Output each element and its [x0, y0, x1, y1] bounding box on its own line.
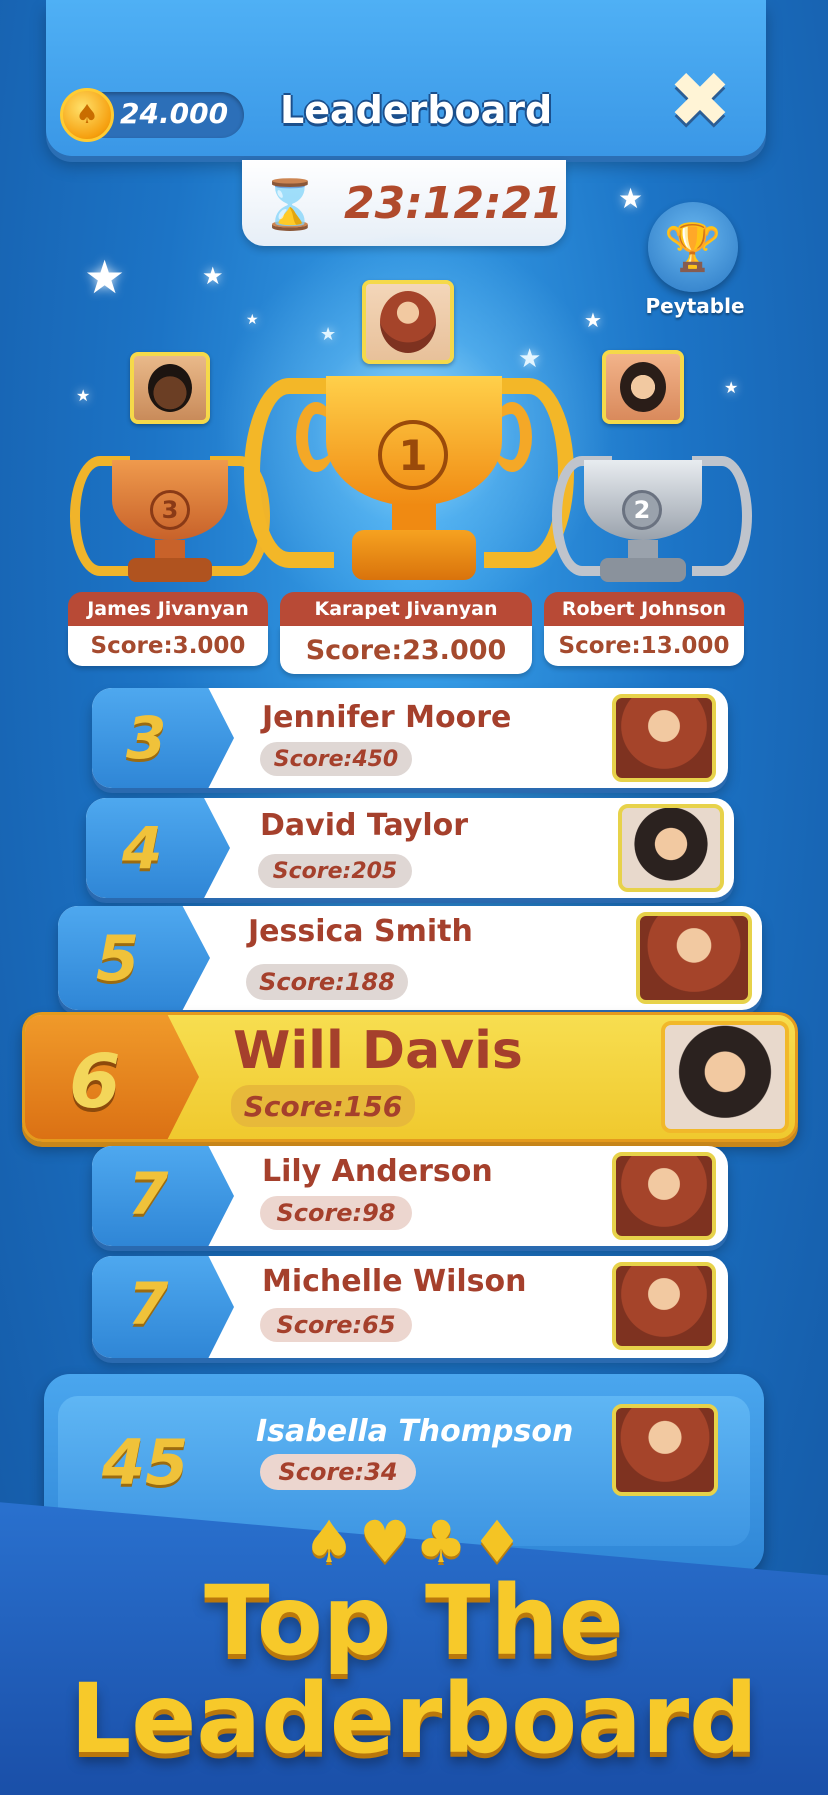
peytable-label[interactable]: Peytable	[640, 294, 750, 318]
rank-2-emblem: 2	[622, 490, 662, 530]
trophy-base	[600, 558, 686, 582]
promo-tagline: Top The Leaderboard	[0, 1572, 828, 1768]
avatar	[612, 1404, 718, 1496]
player-name: Will Davis	[233, 1021, 523, 1081]
avatar	[636, 912, 752, 1004]
player-score: Score:3.000	[68, 626, 268, 666]
star-icon: ★	[618, 182, 644, 215]
leaderboard-row[interactable]: 7 Lily Anderson Score:98	[92, 1146, 728, 1246]
player-name: Isabella Thompson	[256, 1414, 574, 1449]
promo-line-2: Leaderboard	[70, 1663, 758, 1775]
avatar	[618, 804, 724, 892]
avatar	[362, 280, 454, 364]
rank-number: 7	[128, 1270, 169, 1338]
star-icon: ★	[84, 250, 126, 304]
rank-number: 45	[102, 1426, 189, 1499]
avatar	[612, 694, 716, 782]
leaderboard-row[interactable]: 5 Jessica Smith Score:188	[58, 906, 762, 1010]
close-icon[interactable]: ✖	[664, 62, 736, 138]
star-icon: ★	[724, 378, 739, 397]
coin-balance: 24.000	[120, 97, 229, 130]
rank-number: 5	[96, 922, 140, 995]
rank-number: 6	[69, 1039, 121, 1125]
player-score: Score:13.000	[544, 626, 744, 666]
rank-number: 3	[126, 704, 167, 772]
player-score: Score:98	[260, 1196, 412, 1230]
trophy-stem	[628, 540, 658, 560]
leaderboard-row[interactable]: 3 Jennifer Moore Score:450	[92, 688, 728, 788]
avatar	[612, 1152, 716, 1240]
coin-icon: ♠	[60, 88, 114, 142]
player-name: David Taylor	[260, 808, 469, 843]
player-score: Score:65	[260, 1308, 412, 1342]
player-score: Score:188	[246, 964, 408, 1000]
avatar	[661, 1021, 789, 1133]
countdown-timer: 23:12:21	[344, 178, 563, 229]
leaderboard-row[interactable]: 4 David Taylor Score:205	[86, 798, 734, 898]
leaderboard-row[interactable]: 7 Michelle Wilson Score:65	[92, 1256, 728, 1358]
trophy-icon[interactable]: 🏆	[648, 202, 738, 292]
avatar	[612, 1262, 716, 1350]
avatar	[602, 350, 684, 424]
promo-line-1: Top The	[204, 1565, 624, 1677]
rank-number: 4	[122, 814, 163, 882]
current-player-row[interactable]: 6 Will Davis Score:156	[22, 1012, 798, 1142]
podium-plate-2[interactable]: Robert Johnson Score:13.000	[544, 592, 744, 666]
player-name: Jessica Smith	[248, 914, 473, 949]
player-score: Score:205	[258, 854, 412, 888]
podium-plate-3[interactable]: James Jivanyan Score:3.000	[68, 592, 268, 666]
podium-plate-1[interactable]: Karapet Jivanyan Score:23.000	[280, 592, 532, 674]
player-name: James Jivanyan	[68, 592, 268, 626]
player-name: Karapet Jivanyan	[280, 592, 532, 626]
player-name: Lily Anderson	[262, 1154, 493, 1189]
hourglass-icon: ⌛	[260, 176, 320, 233]
avatar	[130, 352, 210, 424]
player-score: Score:450	[260, 742, 412, 776]
trophy-base	[128, 558, 212, 582]
rank-3-emblem: 3	[150, 490, 190, 530]
player-score: Score:23.000	[280, 626, 532, 674]
player-name: Jennifer Moore	[262, 700, 512, 735]
rank-number: 7	[128, 1160, 169, 1228]
star-icon: ★	[76, 386, 91, 405]
trophy-stem	[155, 540, 185, 560]
player-score: Score:34	[260, 1454, 416, 1490]
player-name: Michelle Wilson	[262, 1264, 527, 1299]
page-title: Leaderboard	[280, 88, 553, 132]
player-score: Score:156	[231, 1085, 415, 1127]
trophy-base	[352, 530, 476, 580]
rank-1-emblem: 1	[378, 420, 448, 490]
player-name: Robert Johnson	[544, 592, 744, 626]
